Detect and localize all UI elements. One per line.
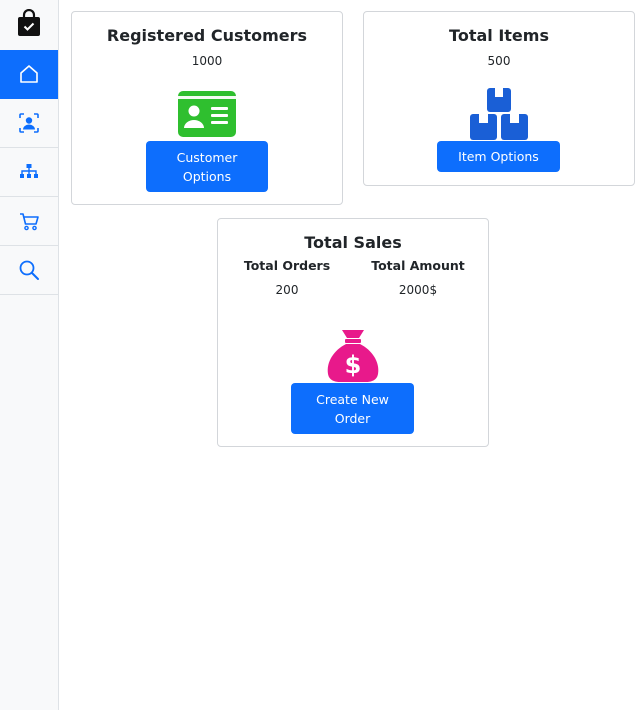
sales-card: Total Sales Total Orders 200 Total Amoun… xyxy=(217,218,489,447)
customer-options-button[interactable]: Customer Options xyxy=(146,141,268,192)
total-orders-value: 200 xyxy=(275,283,299,297)
sidebar-item-cart[interactable] xyxy=(0,197,58,246)
items-card-title: Total Items xyxy=(449,26,549,45)
customers-count: 1000 xyxy=(191,54,223,68)
id-card-icon xyxy=(178,91,236,141)
sitemap-icon xyxy=(18,161,40,183)
items-count: 500 xyxy=(487,54,511,68)
house-icon xyxy=(18,63,40,85)
total-amount-label: Total Amount xyxy=(371,258,465,273)
total-orders-label: Total Orders xyxy=(243,258,331,273)
sidebar-item-search[interactable] xyxy=(0,246,58,295)
customers-card-title: Registered Customers xyxy=(106,26,308,45)
search-icon xyxy=(18,259,40,281)
person-badge-icon xyxy=(18,112,40,134)
svg-text:$: $ xyxy=(345,351,362,379)
total-orders-column: Total Orders 200 xyxy=(227,258,347,297)
sidebar-item-customers[interactable] xyxy=(0,99,58,148)
sales-card-title: Total Sales xyxy=(304,233,402,252)
money-bag-icon: $ xyxy=(326,330,380,388)
app-logo[interactable] xyxy=(0,0,58,50)
cart-icon xyxy=(18,210,40,232)
item-options-button[interactable]: Item Options xyxy=(437,141,560,172)
total-amount-column: Total Amount 2000$ xyxy=(358,258,478,297)
sidebar xyxy=(0,0,59,710)
customers-card: Registered Customers 1000 Customer Optio… xyxy=(71,11,343,205)
sidebar-item-categories[interactable] xyxy=(0,148,58,197)
shopping-bag-check-icon xyxy=(16,8,42,41)
create-new-order-button[interactable]: Create New Order xyxy=(291,383,414,434)
sidebar-item-home[interactable] xyxy=(0,50,58,99)
total-amount-value: 2000$ xyxy=(398,283,438,297)
boxes-icon xyxy=(470,88,528,144)
items-card: Total Items 500 Item Options xyxy=(363,11,635,186)
